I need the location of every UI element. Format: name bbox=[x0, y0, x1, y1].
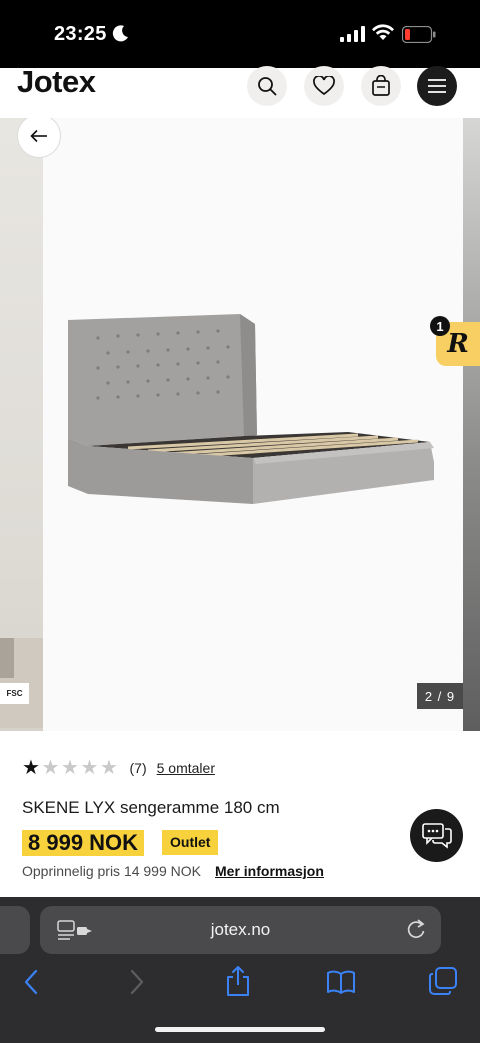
more-info-link[interactable]: Mer informasjon bbox=[215, 863, 324, 879]
product-title: SKENE LYX sengeramme 180 cm bbox=[22, 798, 280, 817]
tabs-icon[interactable] bbox=[429, 967, 457, 995]
battery-low-icon bbox=[402, 26, 436, 43]
previous-tab-preview[interactable] bbox=[0, 906, 30, 954]
back-icon[interactable] bbox=[22, 969, 42, 995]
wifi-icon bbox=[372, 24, 394, 40]
next-slide-preview[interactable] bbox=[463, 118, 480, 731]
heart-icon bbox=[313, 76, 335, 96]
menu-button[interactable] bbox=[417, 66, 457, 106]
outlet-badge: Outlet bbox=[162, 830, 219, 855]
cart-button[interactable] bbox=[361, 66, 401, 106]
site-header: Jotex bbox=[0, 64, 480, 118]
home-indicator bbox=[155, 1027, 325, 1032]
reviews-widget-count: 1 bbox=[430, 316, 450, 336]
signal-icon bbox=[340, 26, 365, 42]
moon-icon bbox=[112, 25, 128, 42]
browser-chrome: jotex.no bbox=[0, 897, 480, 1043]
forward-icon[interactable] bbox=[126, 969, 146, 995]
furniture-leg-image-fragment bbox=[0, 638, 14, 678]
original-price: Opprinnelig pris 14 999 NOK bbox=[22, 863, 201, 879]
image-counter: 2 / 9 bbox=[417, 683, 463, 709]
rating-count: (7) bbox=[129, 760, 147, 776]
search-button[interactable] bbox=[247, 66, 287, 106]
chat-button[interactable] bbox=[410, 809, 463, 862]
star-icon: ★ bbox=[80, 757, 99, 779]
previous-slide-preview[interactable] bbox=[0, 118, 43, 731]
reviews-widget-logo: R bbox=[447, 329, 469, 359]
bookmarks-icon[interactable] bbox=[326, 970, 356, 994]
arrow-left-icon bbox=[30, 129, 47, 143]
star-icon: ★ bbox=[61, 757, 79, 779]
reload-icon[interactable] bbox=[406, 918, 426, 940]
product-price: 8 999 NOK bbox=[22, 830, 145, 856]
menu-icon bbox=[428, 79, 446, 93]
url-text: jotex.no bbox=[210, 920, 271, 939]
star-icon: ★ bbox=[22, 757, 40, 779]
status-bar: 23:25 bbox=[0, 0, 480, 68]
star-icon: ★ bbox=[100, 757, 118, 779]
share-icon[interactable] bbox=[225, 965, 251, 997]
chat-icon bbox=[421, 822, 452, 849]
search-icon bbox=[258, 77, 277, 96]
product-gallery[interactable]: FSC 2 / 9 bbox=[0, 118, 480, 731]
star-icon: ★ bbox=[41, 757, 60, 779]
fsc-badge: FSC bbox=[0, 683, 29, 704]
site-logo[interactable]: Jotex bbox=[17, 64, 96, 100]
product-rating: ★ ★ ★ ★ ★ (7) 5 omtaler bbox=[22, 758, 215, 778]
shopping-bag-icon bbox=[372, 75, 390, 96]
address-bar[interactable]: jotex.no bbox=[40, 906, 441, 954]
status-time: 23:25 bbox=[54, 23, 107, 45]
favorites-button[interactable] bbox=[304, 66, 344, 106]
reviews-link[interactable]: 5 omtaler bbox=[157, 760, 215, 776]
bed-frame-image bbox=[68, 314, 434, 504]
